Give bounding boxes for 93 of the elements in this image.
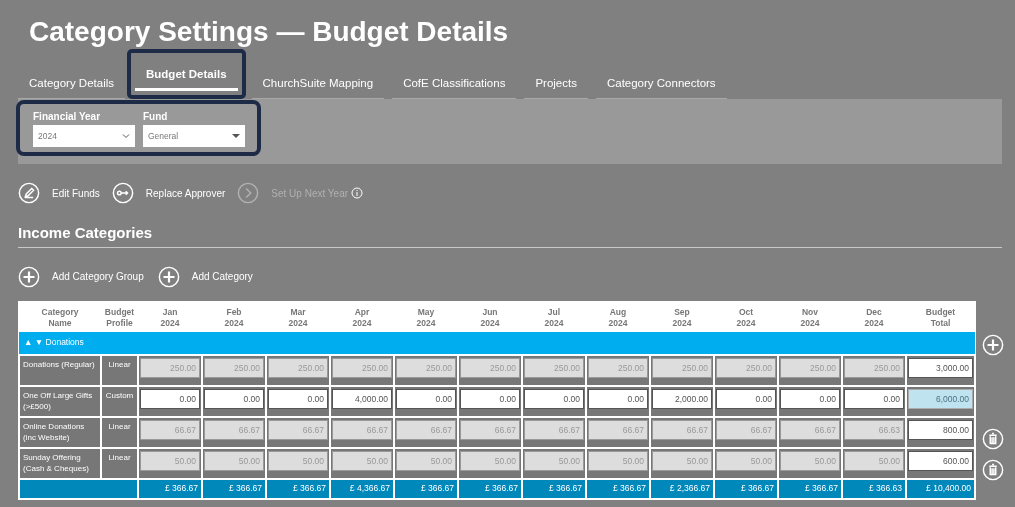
- column-header: Apr 2024: [330, 300, 394, 332]
- amount-field: 66.67: [396, 419, 456, 440]
- column-header: Dec 2024: [842, 300, 906, 332]
- amount-field[interactable]: 4,000.00: [332, 388, 392, 409]
- amount-field: 66.67: [460, 419, 520, 440]
- amount-field: 66.67: [268, 419, 328, 440]
- amount-field: 250.00: [652, 357, 712, 378]
- action-link[interactable]: Edit Funds: [18, 182, 100, 204]
- column-header: Jul 2024: [522, 300, 586, 332]
- amount-field[interactable]: 0.00: [268, 388, 328, 409]
- amount-field: 250.00: [268, 357, 328, 378]
- amount-field[interactable]: 0.00: [140, 388, 200, 409]
- amount-field: 50.00: [460, 450, 520, 471]
- column-header: Aug 2024: [586, 300, 650, 332]
- amount-field: 50.00: [652, 450, 712, 471]
- amount-field: 66.67: [652, 419, 712, 440]
- amount-field: 66.67: [780, 419, 840, 440]
- caret-icon: [232, 133, 240, 139]
- amount-field: 50.00: [332, 450, 392, 471]
- column-header: May 2024: [394, 300, 458, 332]
- amount-field[interactable]: 0.00: [780, 388, 840, 409]
- field-label: Financial Year: [33, 110, 102, 124]
- amount-field[interactable]: 0.00: [588, 388, 648, 409]
- amount-field: 250.00: [716, 357, 776, 378]
- field-label: Fund: [143, 110, 169, 124]
- amount-field: 66.67: [716, 419, 776, 440]
- amount-field: 250.00: [140, 357, 200, 378]
- amount-field: 66.67: [332, 419, 392, 440]
- amount-field[interactable]: 0.00: [460, 388, 520, 409]
- amount-field[interactable]: 0.00: [716, 388, 776, 409]
- total-field: 6,000.00: [908, 388, 973, 409]
- column-header: Oct 2024: [714, 300, 778, 332]
- amount-field: 250.00: [780, 357, 840, 378]
- action-link[interactable]: Replace Approver: [111, 182, 226, 204]
- amount-field: 66.67: [588, 419, 648, 440]
- amount-field[interactable]: 0.00: [396, 388, 456, 409]
- add-button[interactable]: Add Category: [157, 265, 253, 288]
- amount-field: 250.00: [332, 357, 392, 378]
- category-name: Sunday Offering (Cash & Cheques): [19, 447, 101, 479]
- amount-field: 50.00: [396, 450, 456, 471]
- amount-field: 66.63: [844, 419, 904, 440]
- total-field[interactable]: 3,000.00: [908, 357, 973, 378]
- column-header: Jun 2024: [458, 300, 522, 332]
- trash-icon: [982, 459, 1004, 482]
- amount-field: 250.00: [460, 357, 520, 378]
- pencil-icon: [18, 182, 40, 204]
- amount-field[interactable]: 0.00: [524, 388, 584, 409]
- amount-field: 66.67: [204, 419, 264, 440]
- column-header: Category Name: [19, 300, 101, 332]
- amount-field: 66.67: [524, 419, 584, 440]
- category-name: One Off Large Gifts (>£500): [19, 385, 101, 417]
- column-header: Mar 2024: [266, 300, 330, 332]
- column-header: Jan 2024: [138, 300, 202, 332]
- amount-field: 50.00: [780, 450, 840, 471]
- amount-field: 250.00: [524, 357, 584, 378]
- trash-icon: [982, 428, 1004, 451]
- amount-field: 250.00: [204, 357, 264, 378]
- chevron-icon: [237, 182, 260, 204]
- plus-icon: [157, 265, 180, 288]
- column-header: Budget Total: [906, 300, 975, 332]
- category-name: Online Donations (inc Website): [19, 416, 101, 448]
- add-button[interactable]: Add Category Group: [18, 265, 144, 288]
- column-header: Nov 2024: [778, 300, 842, 332]
- amount-field: 50.00: [140, 450, 200, 471]
- column-header: Sep 2024: [650, 300, 714, 332]
- section-heading: Income Categories: [18, 222, 1002, 248]
- plus-icon: [982, 333, 1004, 356]
- amount-field: 50.00: [844, 450, 904, 471]
- amount-field: 50.00: [716, 450, 776, 471]
- select-field[interactable]: General: [143, 125, 245, 147]
- column-header: Feb 2024: [202, 300, 266, 332]
- chevron-icon: [122, 133, 130, 139]
- amount-field: 50.00: [268, 450, 328, 471]
- tab[interactable]: Budget Details: [135, 61, 238, 91]
- total-field[interactable]: 800.00: [908, 419, 973, 440]
- page-title: Category Settings — Budget Details: [29, 15, 510, 49]
- amount-field: 50.00: [524, 450, 584, 471]
- amount-field[interactable]: 0.00: [844, 388, 904, 409]
- amount-field: 50.00: [204, 450, 264, 471]
- select-field[interactable]: 2024: [33, 125, 135, 147]
- budget-profile: Linear: [101, 354, 138, 386]
- category-name: Donations (Regular): [19, 354, 101, 386]
- total-field[interactable]: 600.00: [908, 450, 973, 471]
- amount-field: 250.00: [844, 357, 904, 378]
- amount-field[interactable]: 0.00: [204, 388, 264, 409]
- amount-field: 50.00: [588, 450, 648, 471]
- column-header: Budget Profile: [101, 300, 138, 332]
- amount-field: 250.00: [588, 357, 648, 378]
- amount-field: 66.67: [140, 419, 200, 440]
- key-icon: [111, 182, 134, 204]
- plus-icon: [18, 265, 40, 288]
- amount-field[interactable]: 2,000.00: [652, 388, 712, 409]
- amount-field: 250.00: [396, 357, 456, 378]
